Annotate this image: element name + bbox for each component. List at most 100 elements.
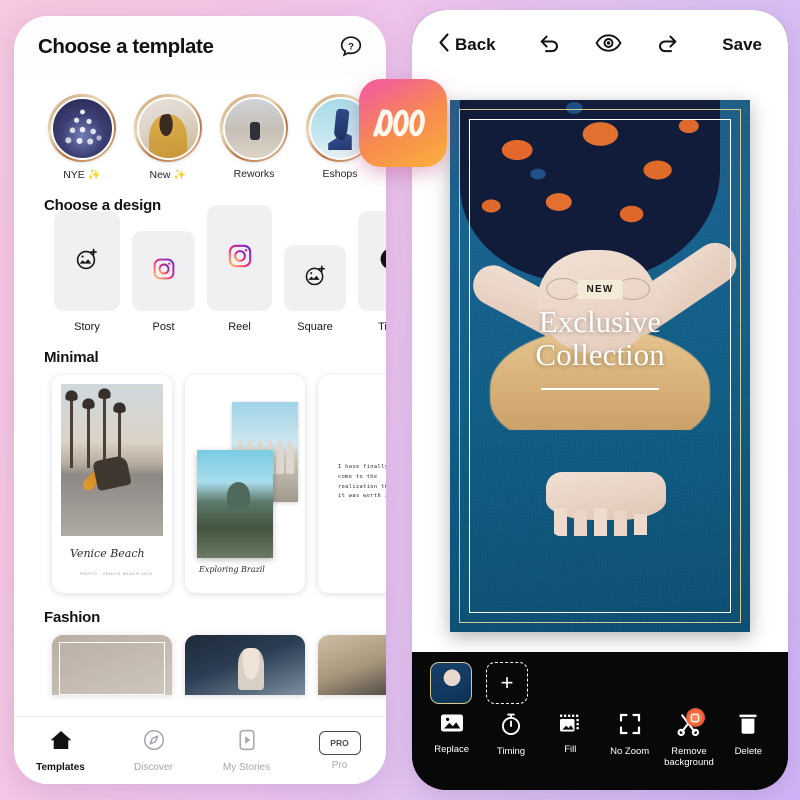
instagram-icon bbox=[152, 257, 176, 286]
tab-label: My Stories bbox=[222, 762, 271, 773]
template-caption: Venice Beach bbox=[70, 547, 145, 560]
tool-fill[interactable]: Fill bbox=[541, 712, 600, 768]
story-item[interactable]: New ✨ bbox=[134, 94, 202, 181]
template-card[interactable] bbox=[185, 635, 305, 695]
clip-thumbnail-1[interactable] bbox=[430, 662, 472, 704]
story-item[interactable]: Reworks bbox=[220, 94, 288, 181]
template-image-front bbox=[197, 450, 273, 558]
story-thumbnail bbox=[50, 96, 114, 160]
back-label: Back bbox=[455, 35, 496, 54]
stopwatch-icon bbox=[499, 713, 523, 740]
tool-label: Remove background bbox=[659, 746, 718, 768]
mojo-logo-glyph bbox=[373, 109, 425, 137]
template-card-venice[interactable]: Venice Beach PHOTO · VENICE BEACH 2019 bbox=[52, 375, 172, 593]
template-card[interactable] bbox=[318, 635, 386, 695]
magic-dot-icon bbox=[685, 708, 705, 727]
bottom-tab-bar[interactable]: Templates Discover My Stories PRO Pro bbox=[14, 716, 386, 784]
design-card bbox=[207, 205, 272, 311]
expand-corners-icon bbox=[618, 713, 642, 740]
back-button[interactable]: Back bbox=[438, 33, 496, 57]
fill-frame-icon bbox=[557, 714, 583, 738]
template-quote-text: I have finally come to the realization t… bbox=[338, 464, 386, 500]
story-ring bbox=[48, 94, 116, 162]
template-category-row[interactable]: NYE ✨ New ✨ Reworks Eshops bbox=[14, 78, 386, 181]
template-image bbox=[61, 384, 163, 536]
tab-label: Discover bbox=[134, 762, 173, 773]
poster-title-line2: Collection bbox=[535, 337, 665, 373]
new-badge[interactable]: NEW bbox=[577, 280, 623, 299]
poster-divider-rule bbox=[541, 388, 659, 390]
story-thumbnail bbox=[222, 96, 286, 160]
template-card-quote[interactable]: I have finally come to the realization t… bbox=[318, 375, 386, 593]
image-icon bbox=[439, 714, 465, 738]
photo-sparkle-icon bbox=[303, 263, 328, 293]
template-card-brazil[interactable]: Exploring Brazil bbox=[185, 375, 305, 593]
tool-remove-background[interactable]: Remove background bbox=[659, 708, 718, 768]
story-editor-phone: Back Save NEW Exclusive Collection + Rep… bbox=[412, 10, 788, 790]
tool-label-line2: background bbox=[664, 756, 714, 768]
story-thumbnail bbox=[136, 96, 200, 160]
page-title: Choose a template bbox=[38, 35, 214, 58]
design-label: Square bbox=[297, 321, 333, 333]
editor-actions bbox=[496, 32, 723, 59]
editor-topbar: Back Save bbox=[412, 10, 788, 80]
save-button[interactable]: Save bbox=[722, 35, 762, 55]
tool-timing[interactable]: Timing bbox=[481, 712, 540, 768]
photo-sparkle-icon bbox=[74, 246, 100, 277]
sidebar-item-pro[interactable]: PRO Pro bbox=[293, 730, 386, 771]
editor-canvas-area[interactable]: NEW Exclusive Collection bbox=[412, 80, 788, 652]
compass-icon bbox=[141, 729, 167, 756]
tiktok-icon bbox=[379, 247, 386, 276]
instagram-icon bbox=[227, 243, 253, 274]
tool-delete[interactable]: Delete bbox=[719, 712, 778, 768]
sidebar-item-discover[interactable]: Discover bbox=[107, 728, 200, 773]
add-clip-button[interactable]: + bbox=[486, 662, 528, 704]
chevron-left-icon bbox=[438, 33, 450, 57]
eye-icon[interactable] bbox=[595, 33, 622, 58]
clip-strip[interactable]: + bbox=[412, 652, 788, 704]
template-card[interactable] bbox=[52, 635, 172, 695]
section-title-minimal: Minimal bbox=[44, 349, 99, 366]
mojo-logo bbox=[359, 79, 447, 167]
poster-title-line1: Exclusive bbox=[538, 304, 662, 339]
tool-label: Delete bbox=[734, 746, 763, 757]
template-caption: Exploring Brazil bbox=[199, 565, 265, 574]
story-label: Reworks bbox=[233, 168, 275, 180]
design-format-row[interactable]: Story Post Reel Square Ti bbox=[14, 205, 386, 333]
story-item[interactable]: NYE ✨ bbox=[48, 94, 116, 181]
minimal-card-row[interactable]: Venice Beach PHOTO · VENICE BEACH 2019 E… bbox=[14, 375, 386, 593]
tab-label: Templates bbox=[36, 762, 85, 773]
editor-tool-row[interactable]: Replace Timing Fill No Zoom Remove backg… bbox=[412, 704, 788, 768]
poster-title[interactable]: Exclusive Collection bbox=[450, 305, 750, 372]
undo-icon[interactable] bbox=[537, 32, 561, 59]
tool-replace[interactable]: Replace bbox=[422, 712, 481, 768]
design-option-post[interactable]: Post bbox=[132, 231, 195, 333]
design-label: TikTo bbox=[378, 321, 386, 333]
tool-no-zoom[interactable]: No Zoom bbox=[600, 712, 659, 768]
story-ring bbox=[134, 94, 202, 162]
mountain-shape bbox=[227, 482, 251, 511]
section-title-fashion: Fashion bbox=[44, 609, 101, 626]
design-option-reel[interactable]: Reel bbox=[207, 205, 272, 333]
play-square-icon bbox=[234, 729, 260, 756]
left-scroll-body[interactable]: NYE ✨ New ✨ Reworks Eshops Choose a desi… bbox=[14, 78, 386, 784]
fashion-card-row[interactable] bbox=[14, 635, 386, 695]
story-label: Eshops bbox=[322, 168, 358, 180]
story-poster[interactable]: NEW Exclusive Collection bbox=[450, 100, 750, 632]
template-subcaption: PHOTO · VENICE BEACH 2019 bbox=[80, 571, 153, 576]
help-bubble-icon[interactable]: ? bbox=[338, 34, 364, 60]
tool-label: Replace bbox=[434, 744, 470, 755]
tab-label: Pro bbox=[331, 759, 348, 771]
design-option-tiktok[interactable]: TikTo bbox=[358, 211, 386, 333]
design-option-story[interactable]: Story bbox=[54, 211, 120, 333]
story-label: New ✨ bbox=[149, 169, 187, 181]
design-card bbox=[284, 245, 346, 311]
sidebar-item-templates[interactable]: Templates bbox=[14, 728, 107, 773]
home-icon bbox=[48, 731, 74, 756]
sidebar-item-my-stories[interactable]: My Stories bbox=[200, 728, 293, 773]
svg-text:?: ? bbox=[348, 42, 354, 53]
design-option-square[interactable]: Square bbox=[284, 245, 346, 333]
design-card bbox=[132, 231, 195, 311]
redo-icon[interactable] bbox=[656, 32, 680, 59]
tool-label: Fill bbox=[564, 744, 577, 755]
